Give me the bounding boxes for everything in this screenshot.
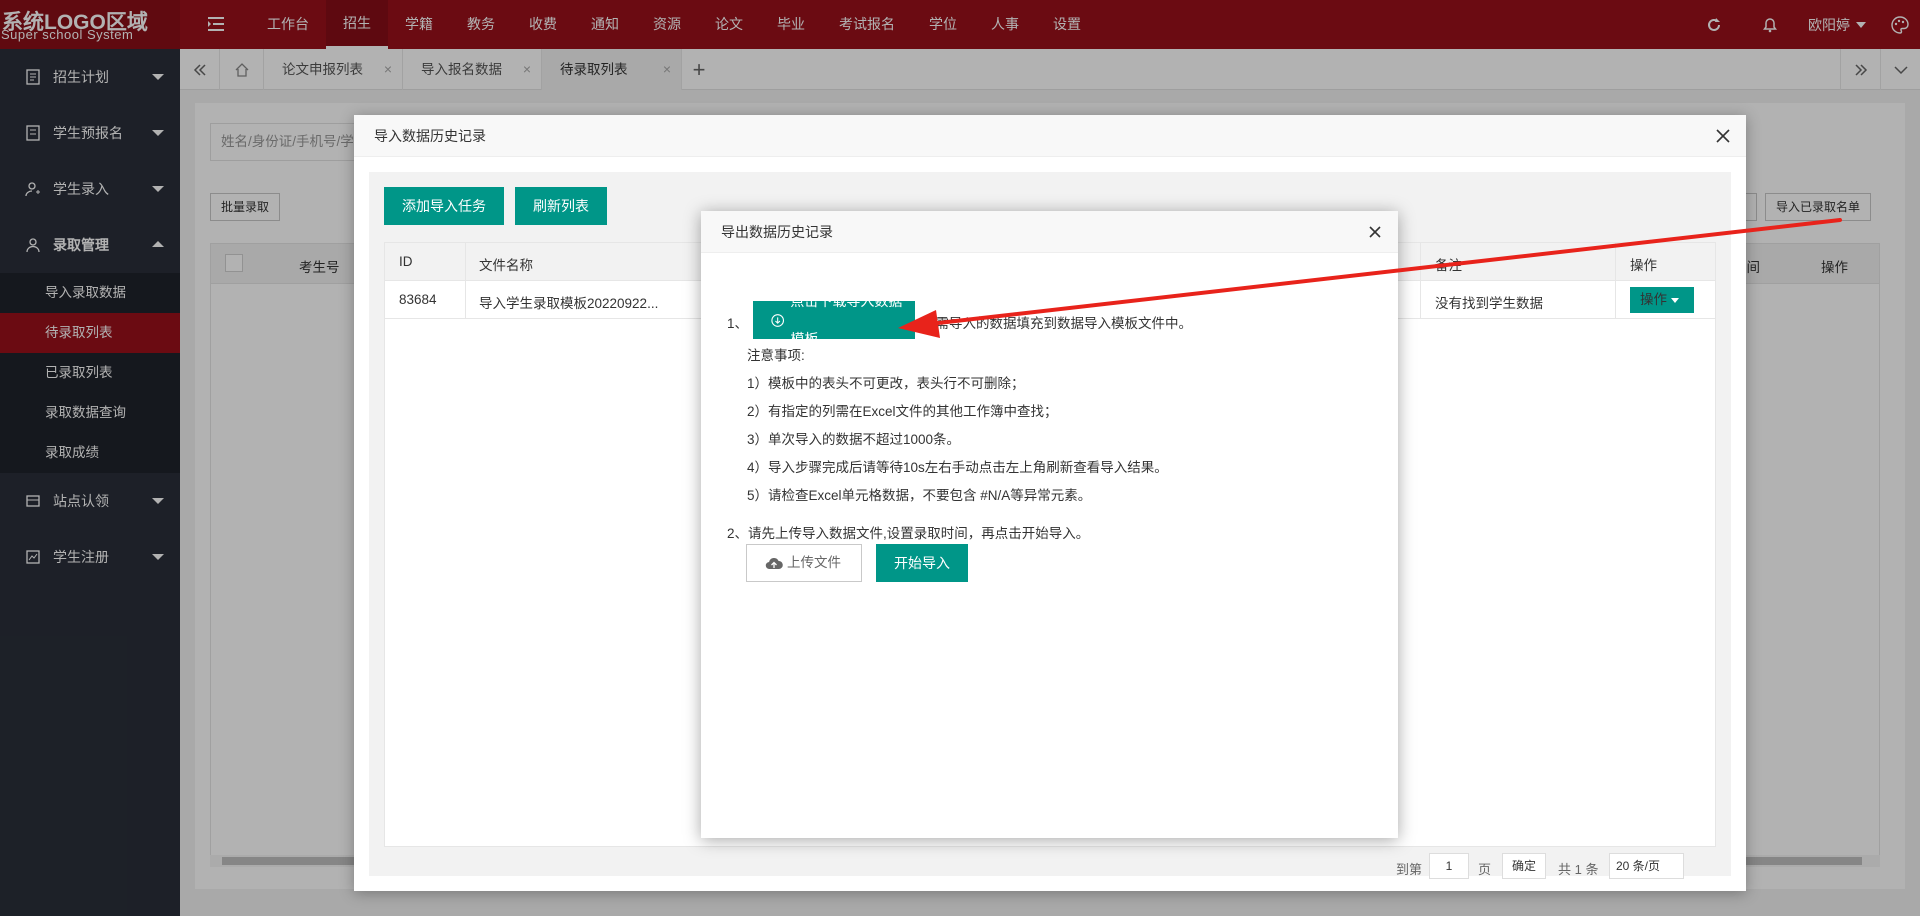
dialog-title-bar: 导出数据历史记录 (701, 211, 1398, 253)
page-unit-label: 页 (1478, 862, 1492, 877)
export-history-dialog: 导出数据历史记录 1、 点击下载导入数据模板 将需导入的数据填充到数据导入模板文… (701, 211, 1398, 838)
note-item: 4）导入步骤完成后请等待10s左右手动点击左上角刷新查看导入结果。 (747, 460, 1168, 475)
cell-id: 83684 (399, 292, 437, 307)
col-remark: 备注 (1435, 258, 1462, 273)
download-template-label: 点击下载导入数据模板 (790, 293, 903, 347)
download-template-button[interactable]: 点击下载导入数据模板 (753, 293, 915, 347)
notes-title: 注意事项: (747, 348, 805, 363)
cell-file-name: 导入学生录取模板20220922... (479, 296, 659, 311)
action-label: 操作 (1640, 292, 1667, 307)
col-id: ID (399, 254, 413, 269)
cloud-upload-icon (765, 557, 783, 569)
goto-confirm-button[interactable]: 确定 (1502, 853, 1546, 879)
note-item: 5）请检查Excel单元格数据，不要包含 #N/A等异常元素。 (747, 488, 1092, 503)
page-size-select[interactable]: 20 条/页 (1609, 853, 1684, 879)
column-divider (1615, 243, 1616, 319)
column-divider (1420, 243, 1421, 319)
dialog-title-bar: 导入数据历史记录 (354, 115, 1746, 157)
note-item: 1）模板中的表头不可更改，表头行不可删除； (747, 376, 1025, 391)
dialog-title: 导出数据历史记录 (721, 224, 833, 240)
close-icon[interactable] (1366, 223, 1384, 241)
note-item: 3）单次导入的数据不超过1000条。 (747, 432, 961, 447)
total-count: 共 1 条 (1558, 862, 1599, 877)
col-action: 操作 (1630, 258, 1657, 273)
dialog-title: 导入数据历史记录 (374, 128, 486, 144)
step2-instruction: 2、请先上传导入数据文件,设置录取时间，再点击开始导入。 (727, 526, 1090, 541)
cell-remark: 没有找到学生数据 (1435, 296, 1543, 311)
goto-label: 到第 (1396, 862, 1423, 877)
add-import-task-button[interactable]: 添加导入任务 (384, 187, 504, 225)
note-item: 2）有指定的列需在Excel文件的其他工作簿中查找； (747, 404, 1058, 419)
chevron-down-icon (1671, 298, 1679, 303)
col-file-name: 文件名称 (479, 258, 533, 273)
download-icon (771, 313, 785, 327)
pagination: 到第 1 页 确定 共 1 条 20 条/页 (384, 847, 1716, 887)
close-icon[interactable] (1714, 127, 1732, 145)
step1-number: 1、 (727, 316, 749, 331)
step1-instruction: 将需导入的数据填充到数据导入模板文件中。 (922, 316, 1192, 331)
page-number-input[interactable]: 1 (1429, 853, 1469, 879)
upload-file-button[interactable]: 上传文件 (746, 544, 862, 582)
refresh-list-button[interactable]: 刷新列表 (515, 187, 607, 225)
upload-file-label: 上传文件 (787, 555, 841, 570)
row-action-button[interactable]: 操作 (1630, 287, 1694, 313)
start-import-button[interactable]: 开始导入 (876, 544, 968, 582)
column-divider (465, 243, 466, 319)
